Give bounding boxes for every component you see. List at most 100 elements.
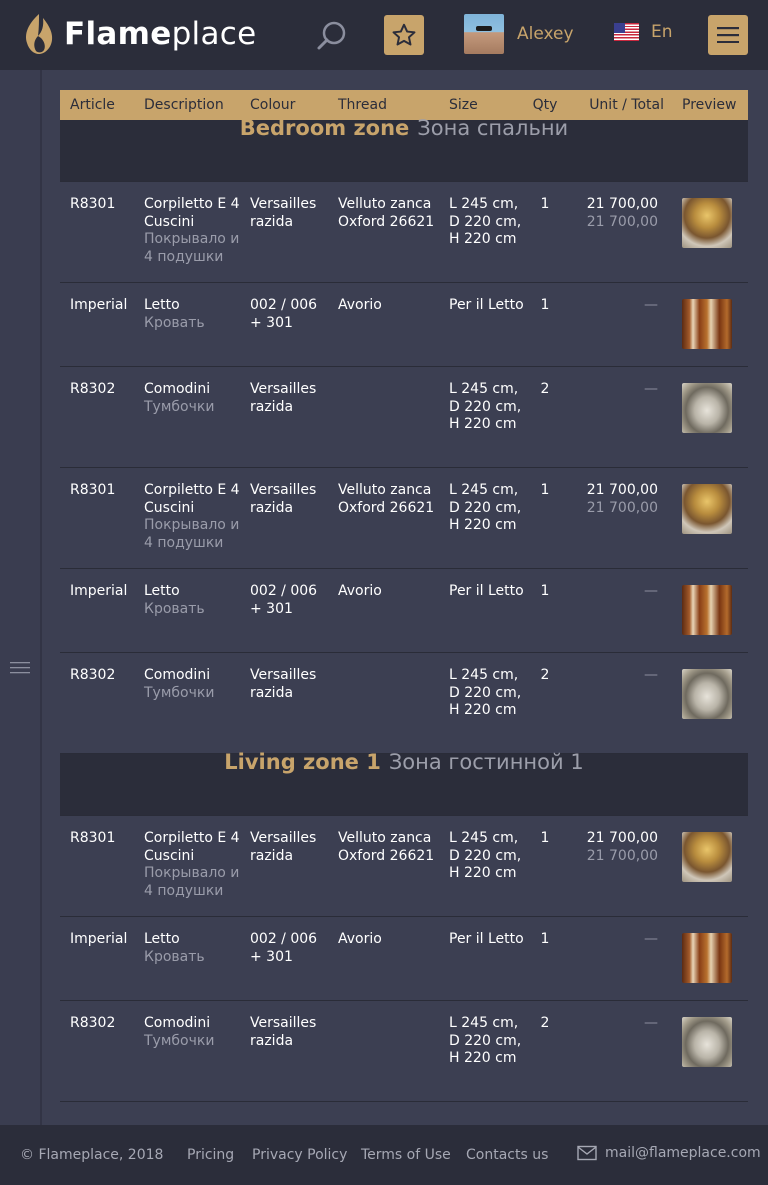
bed-thumbnail[interactable] — [682, 198, 732, 248]
zone-title-ru: Зона гостинной 1 — [388, 750, 584, 774]
menu-button[interactable] — [708, 15, 748, 55]
cell-thread: Velluto zanca Oxford 26621 — [328, 815, 439, 917]
cell-description: Comodini Тумбочки — [134, 652, 240, 754]
cell-qty: 1 — [525, 181, 565, 283]
cell-description: Corpiletto E 4 Cuscini Покрывало и 4 поду… — [134, 815, 240, 917]
zone-title-en: Bedroom zone — [239, 116, 410, 140]
table-row[interactable]: Imperial Letto Кровать 002 / 006 + 301 Avori… — [60, 568, 748, 653]
unit-price: — — [644, 381, 658, 397]
total-price: 21 700,00 — [586, 499, 658, 516]
cell-preview — [672, 181, 748, 283]
description-en: Corpiletto E 4 Cuscini — [144, 830, 240, 864]
table-row[interactable]: R8302 Comodini Тумбочки Versailles razida L … — [60, 366, 748, 468]
cell-price: — — [565, 916, 672, 1001]
cell-article: R8302 — [60, 1000, 134, 1102]
cell-qty: 2 — [525, 652, 565, 754]
sofa-thumbnail[interactable] — [682, 1017, 732, 1067]
footer-link-pricing[interactable]: Pricing — [187, 1147, 234, 1163]
cell-thread: Avorio — [328, 916, 439, 1001]
table-row[interactable]: R8302 Comodini Тумбочки Versailles razida L … — [60, 1000, 748, 1102]
cell-colour: Versailles razida — [240, 1000, 328, 1102]
cell-price: — — [565, 568, 672, 653]
mail-icon — [577, 1145, 597, 1161]
description-ru: Кровать — [144, 600, 205, 617]
table-row[interactable]: R8301 Corpiletto E 4 Cuscini Покрывало и 4… — [60, 467, 748, 569]
unit-price: 21 700,00 — [586, 196, 658, 212]
cell-price: — — [565, 366, 672, 468]
description-en: Comodini — [144, 381, 211, 397]
cell-price: — — [565, 652, 672, 754]
description-en: Letto — [144, 931, 180, 947]
sidebar-strip — [0, 70, 42, 1125]
top-header: Flameplace Alexey En — [0, 0, 768, 70]
cell-description: Letto Кровать — [134, 916, 240, 1001]
cell-article: R8302 — [60, 652, 134, 754]
cell-preview — [672, 916, 748, 1001]
sidebar-menu-icon — [10, 662, 30, 674]
cell-qty: 1 — [525, 568, 565, 653]
cell-colour: Versailles razida — [240, 366, 328, 468]
description-en: Corpiletto E 4 Cuscini — [144, 482, 240, 516]
language-selector[interactable]: En — [614, 22, 673, 42]
table-row[interactable]: R8301 Corpiletto E 4 Cuscini Покрывало и 4… — [60, 815, 748, 917]
user-menu[interactable]: Alexey — [464, 14, 574, 54]
cell-qty: 2 — [525, 1000, 565, 1102]
cell-preview — [672, 282, 748, 367]
bed-thumbnail[interactable] — [682, 832, 732, 882]
table-row[interactable]: R8302 Comodini Тумбочки Versailles razida L … — [60, 652, 748, 754]
cell-price: — — [565, 1000, 672, 1102]
zone-title: Living zone 1 Зона гостинной 1 — [60, 752, 748, 816]
col-description: Description — [134, 90, 240, 120]
footer-link-privacy[interactable]: Privacy Policy — [252, 1147, 347, 1163]
footer-link-terms[interactable]: Terms of Use — [361, 1147, 451, 1163]
cell-preview — [672, 366, 748, 468]
cell-size: L 245 cm, D 220 cm, H 220 cm — [439, 366, 525, 468]
cell-thread — [328, 652, 439, 754]
cell-colour: Versailles razida — [240, 652, 328, 754]
description-ru: Покрывало и 4 подушки — [144, 517, 240, 551]
sofa-thumbnail[interactable] — [682, 669, 732, 719]
cell-preview — [672, 652, 748, 754]
logo[interactable]: Flameplace — [22, 10, 256, 58]
description-ru: Кровать — [144, 314, 205, 331]
cell-colour: 002 / 006 + 301 — [240, 568, 328, 653]
sofa-thumbnail[interactable] — [682, 383, 732, 433]
order-content: Article Description Colour Thread Size Q… — [60, 90, 748, 1102]
wardrobe-thumbnail[interactable] — [682, 933, 732, 983]
description-en: Comodini — [144, 1015, 211, 1031]
footer-link-contacts[interactable]: Contacts us — [466, 1147, 548, 1163]
cell-price: — — [565, 282, 672, 367]
cell-thread: Avorio — [328, 282, 439, 367]
description-ru: Покрывало и 4 подушки — [144, 865, 240, 899]
cell-size: L 245 cm, D 220 cm, H 220 cm — [439, 181, 525, 283]
flame-icon — [26, 14, 53, 54]
language-label: En — [651, 22, 673, 42]
wardrobe-thumbnail[interactable] — [682, 299, 732, 349]
cell-article: Imperial — [60, 282, 134, 367]
zone-header: Bedroom zone Зона спальни — [60, 118, 748, 182]
search-button[interactable] — [316, 20, 348, 52]
table-row[interactable]: R8301 Corpiletto E 4 Cuscini Покрывало и 4… — [60, 181, 748, 283]
unit-price: — — [644, 667, 658, 683]
favorites-button[interactable] — [384, 15, 424, 55]
cell-thread — [328, 366, 439, 468]
cell-preview — [672, 1000, 748, 1102]
wardrobe-thumbnail[interactable] — [682, 585, 732, 635]
table-row[interactable]: Imperial Letto Кровать 002 / 006 + 301 Avori… — [60, 282, 748, 367]
unit-price: 21 700,00 — [586, 830, 658, 846]
cell-colour: Versailles razida — [240, 467, 328, 569]
total-price: 21 700,00 — [586, 213, 658, 230]
cell-article: R8302 — [60, 366, 134, 468]
footer-email[interactable]: mail@flameplace.com — [577, 1145, 761, 1161]
bed-thumbnail[interactable] — [682, 484, 732, 534]
cell-qty: 1 — [525, 282, 565, 367]
cell-size: L 245 cm, D 220 cm, H 220 cm — [439, 1000, 525, 1102]
search-icon — [317, 21, 346, 50]
cell-size: Per il Letto — [439, 568, 525, 653]
table-row[interactable]: Imperial Letto Кровать 002 / 006 + 301 Avori… — [60, 916, 748, 1001]
cell-price: 21 700,00 21 700,00 — [565, 815, 672, 917]
footer-email-text: mail@flameplace.com — [605, 1145, 761, 1161]
sidebar-toggle[interactable] — [10, 660, 30, 676]
cell-description: Corpiletto E 4 Cuscini Покрывало и 4 поду… — [134, 181, 240, 283]
table-body: Bedroom zone Зона спальни R8301 Corpiletto … — [60, 118, 748, 1102]
